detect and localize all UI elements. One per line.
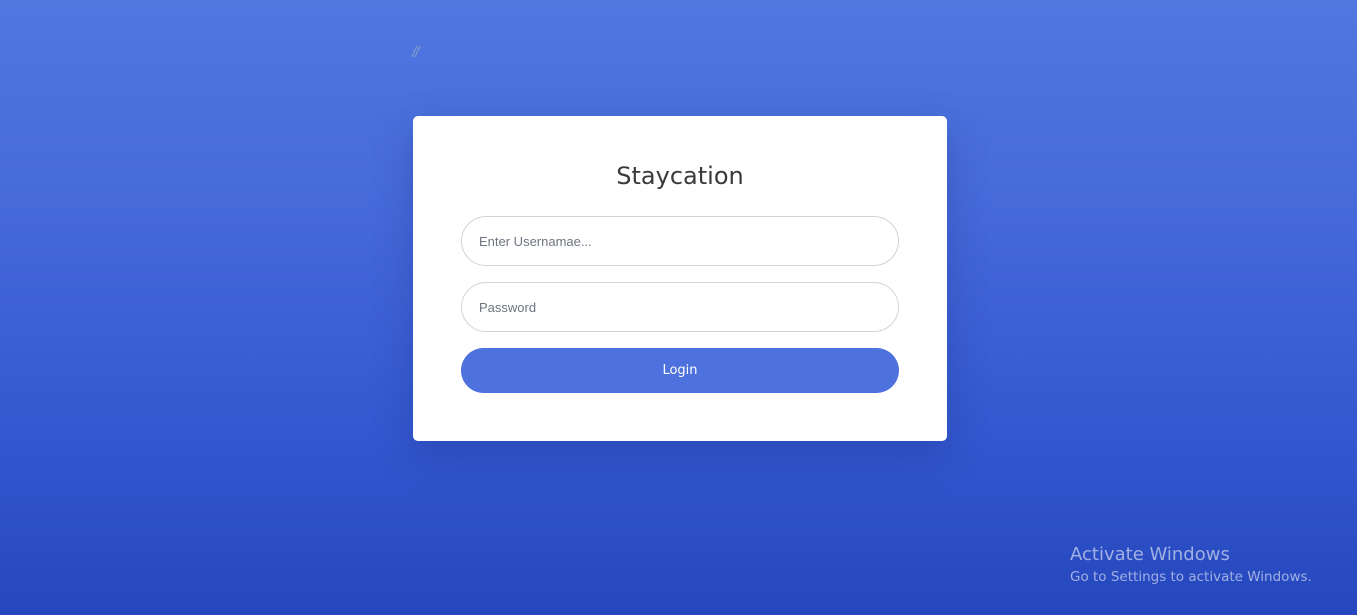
- windows-activation-watermark: Activate Windows Go to Settings to activ…: [1070, 544, 1312, 588]
- login-button[interactable]: Login: [461, 348, 899, 393]
- watermark-title: Activate Windows: [1070, 544, 1230, 565]
- login-card: Staycation Login: [413, 116, 947, 441]
- watermark-subtitle: Go to Settings to activate Windows.: [1070, 569, 1312, 585]
- username-input[interactable]: [461, 216, 899, 266]
- password-input[interactable]: [461, 282, 899, 332]
- stray-comment-text: //: [412, 44, 419, 61]
- app-title: Staycation: [616, 162, 744, 190]
